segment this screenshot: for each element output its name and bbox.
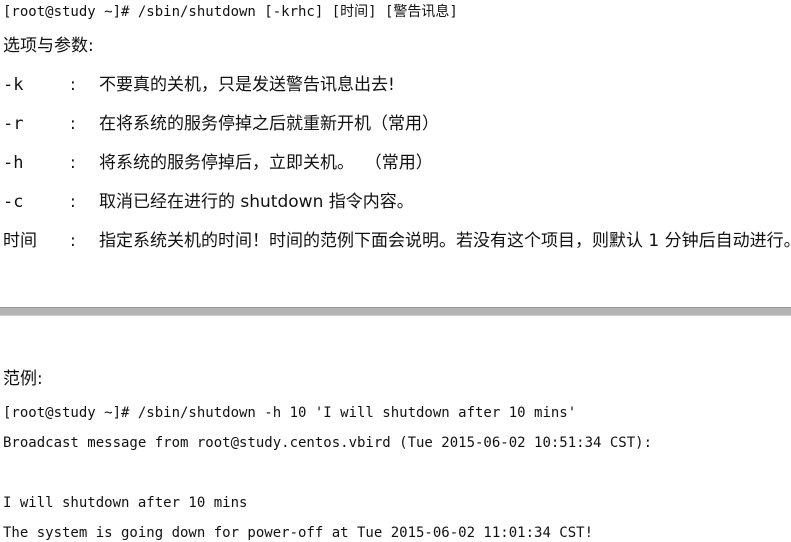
option-flag: -h: [3, 153, 24, 173]
option-flag: 时间: [3, 231, 37, 251]
example-heading: 范例:: [3, 369, 43, 389]
option-row-time: 时间 : 指定系统关机的时间！时间的范例下面会说明。若没有这个项目，则默认 1 …: [3, 230, 791, 252]
option-flag: -k: [3, 75, 24, 95]
option-row-c: -c : 取消已经在进行的 shutdown 指令内容。: [3, 191, 791, 213]
option-description: 在将系统的服务停掉之后就重新开机（常用）: [99, 114, 439, 134]
options-heading: 选项与参数:: [3, 36, 94, 56]
option-colon: :: [70, 75, 76, 95]
option-row-k: -k : 不要真的关机，只是发送警告讯息出去!: [3, 74, 791, 96]
option-colon: :: [70, 153, 76, 173]
option-colon: :: [70, 192, 76, 212]
shutdown-message: I will shutdown after 10 mins: [3, 495, 248, 511]
option-flag: -r: [3, 114, 24, 134]
section-divider: [0, 307, 791, 316]
broadcast-line: Broadcast message from root@study.centos…: [3, 435, 653, 451]
option-description: 取消已经在进行的 shutdown 指令内容。: [99, 192, 414, 212]
example-command: [root@study ~]# /sbin/shutdown -h 10 'I …: [3, 405, 577, 421]
option-description: 不要真的关机，只是发送警告讯息出去!: [99, 75, 395, 95]
syntax-line: [root@study ~]# /sbin/shutdown [-krhc] […: [3, 4, 458, 20]
option-row-h: -h : 将系统的服务停掉后，立即关机。 （常用）: [3, 152, 791, 174]
option-row-r: -r : 在将系统的服务停掉之后就重新开机（常用）: [3, 113, 791, 135]
option-description: 指定系统关机的时间！时间的范例下面会说明。若没有这个项目，则默认 1 分钟后自动…: [99, 231, 791, 251]
option-colon: :: [70, 114, 76, 134]
option-colon: :: [70, 231, 76, 251]
option-flag: -c: [3, 192, 24, 212]
system-status-line: The system is going down for power-off a…: [3, 525, 594, 541]
option-description: 将系统的服务停掉后，立即关机。 （常用）: [99, 153, 433, 173]
